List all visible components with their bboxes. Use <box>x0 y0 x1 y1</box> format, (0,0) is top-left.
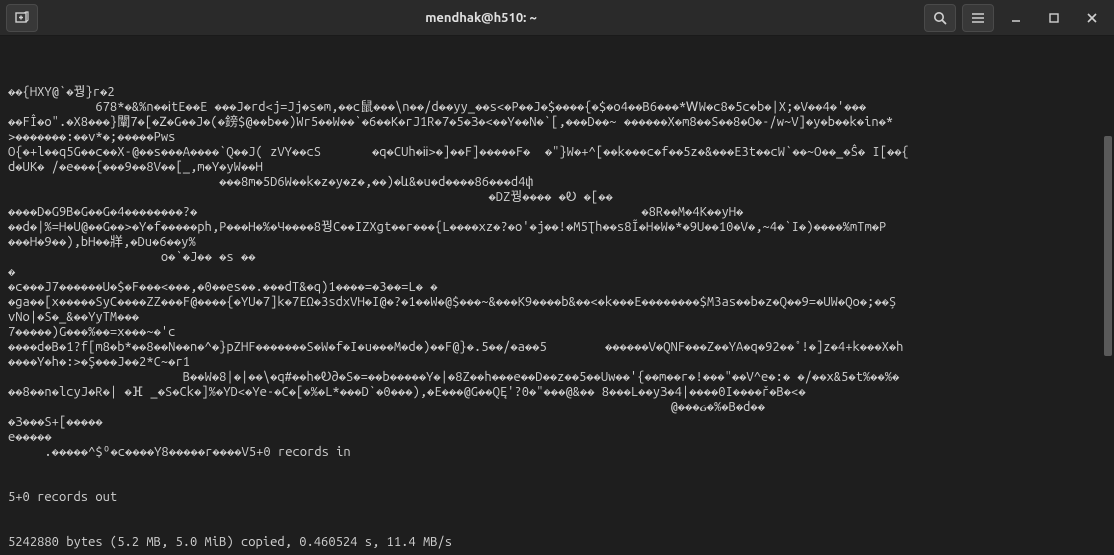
minimize-icon <box>1010 12 1022 24</box>
window-title: mendhak@h510: ~ <box>425 11 537 25</box>
new-tab-button[interactable] <box>6 4 38 32</box>
hamburger-icon <box>970 10 986 26</box>
records-out-line: 5+0 records out <box>8 490 1106 505</box>
menu-button[interactable] <box>962 4 994 32</box>
new-tab-icon <box>14 10 30 26</box>
close-icon <box>1086 12 1098 24</box>
terminal-body[interactable]: ��{HXY@`�꿩}r�2 678*�&%n��ᎥtE��E ���J�rd<… <box>0 36 1114 555</box>
window-titlebar: mendhak@h510: ~ <box>0 0 1114 36</box>
search-button[interactable] <box>924 4 956 32</box>
search-icon <box>932 10 948 26</box>
maximize-icon <box>1048 12 1060 24</box>
scrollbar-thumb[interactable] <box>1104 136 1112 356</box>
maximize-button[interactable] <box>1038 4 1070 32</box>
copied-line: 5242880 bytes (5.2 MB, 5.0 MiB) copied, … <box>8 535 1106 550</box>
minimize-button[interactable] <box>1000 4 1032 32</box>
close-button[interactable] <box>1076 4 1108 32</box>
terminal-garbage-output: ��{HXY@`�꿩}r�2 678*�&%n��ᎥtE��E ���J�rd<… <box>8 85 1106 460</box>
